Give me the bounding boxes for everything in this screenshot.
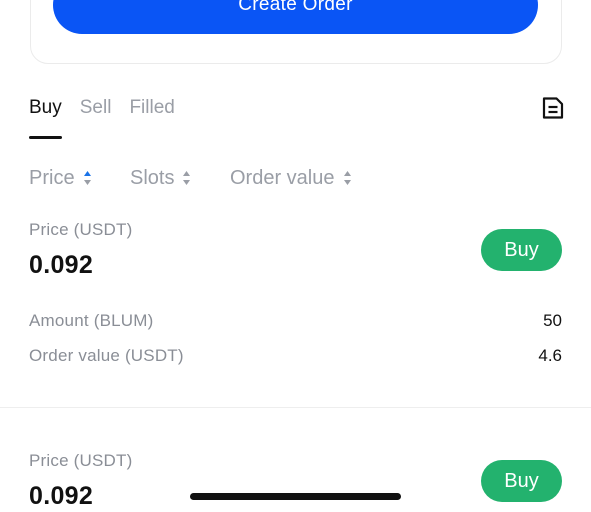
document-list-icon[interactable] bbox=[541, 96, 565, 120]
order-tabs: Buy Sell Filled bbox=[29, 96, 175, 140]
sort-arrows-icon bbox=[183, 171, 191, 185]
create-order-button[interactable]: Create Order bbox=[53, 0, 538, 34]
sort-slots[interactable]: Slots bbox=[130, 166, 230, 190]
sort-arrows-icon bbox=[343, 171, 351, 185]
order-value-label: Order value (USDT) bbox=[29, 346, 184, 365]
sort-order-value-label: Order value bbox=[230, 166, 335, 189]
buy-button[interactable]: Buy bbox=[481, 229, 562, 271]
active-tab-indicator bbox=[29, 136, 62, 139]
price-label: Price (USDT) bbox=[29, 451, 133, 470]
sort-bar: Price Slots Order value bbox=[29, 166, 352, 190]
order-value: 4.6 bbox=[538, 346, 562, 365]
amount-value: 50 bbox=[543, 311, 562, 330]
tab-buy[interactable]: Buy bbox=[29, 96, 62, 120]
sort-price[interactable]: Price bbox=[29, 166, 130, 190]
price-label: Price (USDT) bbox=[29, 220, 133, 239]
buy-button[interactable]: Buy bbox=[481, 460, 562, 502]
amount-label: Amount (BLUM) bbox=[29, 311, 154, 330]
divider bbox=[0, 407, 591, 408]
sort-slots-label: Slots bbox=[130, 166, 175, 189]
sort-arrows-icon bbox=[83, 171, 91, 185]
order-price: 0.092 bbox=[29, 251, 94, 279]
tab-filled[interactable]: Filled bbox=[129, 96, 174, 120]
order-price: 0.092 bbox=[29, 482, 94, 510]
sort-price-label: Price bbox=[29, 166, 75, 189]
tab-sell[interactable]: Sell bbox=[80, 96, 112, 120]
home-indicator[interactable] bbox=[190, 493, 401, 500]
sort-order-value[interactable]: Order value bbox=[230, 166, 352, 190]
